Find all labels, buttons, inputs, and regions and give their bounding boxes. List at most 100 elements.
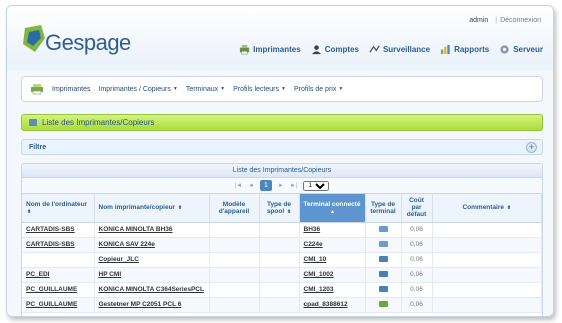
col-comment[interactable]: Commentaire ⬍: [432, 194, 542, 223]
current-page[interactable]: 1: [260, 180, 272, 191]
grid-caption: Liste des Imprimantes/Copieurs: [22, 164, 542, 178]
cell-computer[interactable]: PC_EDI: [22, 267, 95, 283]
cell-cost: 0,06: [401, 297, 433, 313]
submenu-reader-profiles[interactable]: Profils lecteurs ▼: [233, 86, 286, 93]
cell-cost: 0,06: [401, 282, 433, 298]
chevron-down-icon: ▼: [338, 86, 344, 92]
cell-terminal[interactable]: CMI_10: [299, 252, 366, 268]
submenu-printers-copiers-label: Imprimantes / Copieurs: [98, 85, 171, 93]
cell-spool: [259, 267, 300, 283]
col-model[interactable]: Modèle d'appareil: [209, 194, 260, 223]
cell-computer[interactable]: CARTADIS-SBS: [22, 222, 95, 238]
cell-terminal[interactable]: CMI_1002: [299, 267, 366, 283]
table-row[interactable]: CARTADIS-SBS KONICA MINOLTA BH36 BH36 0,06: [22, 222, 542, 238]
printer-icon: [240, 44, 250, 55]
submenu-price-profiles[interactable]: Profils de prix ▼: [294, 86, 343, 93]
table-row[interactable]: CARTADIS-SBS KONICA SAV 224e C224e 0,06: [22, 237, 542, 253]
cell-printer[interactable]: HP CMI: [94, 267, 210, 283]
page-title-bar: Liste des Imprimantes/Copieurs: [21, 114, 543, 131]
cell-terminal[interactable]: BH36: [299, 222, 366, 238]
table-row[interactable]: PC_EDI HP CMI CMI_1002 0,06: [22, 267, 542, 283]
table-row[interactable]: Copieur_JLC CMI_10 0,06: [22, 252, 542, 268]
gespage-logo[interactable]: Gespage: [21, 24, 131, 58]
chevron-down-icon: ▼: [220, 86, 226, 92]
cell-terminal[interactable]: C224e: [299, 237, 366, 253]
user-bar: admin | Déconnexion: [469, 17, 541, 24]
nav-printers[interactable]: Imprimantes: [239, 44, 301, 55]
cell-printer[interactable]: Gestetner MP C2051 PCL 6: [94, 297, 210, 313]
col-terminal-type[interactable]: Type de terminal: [365, 194, 402, 223]
cell-comment: [432, 267, 542, 283]
sort-icon: ⬍: [506, 205, 512, 212]
cell-spool: [259, 222, 300, 238]
chevron-down-icon: ▼: [172, 86, 178, 92]
nav-server[interactable]: Serveur: [499, 44, 543, 55]
cell-printer[interactable]: KONICA SAV 224e: [94, 237, 210, 253]
cell-terminal[interactable]: cpad_8388612: [299, 297, 366, 313]
cell-terminal-type: [365, 252, 402, 268]
col-terminal[interactable]: Terminal connecté ▲: [299, 194, 366, 223]
submenu-printers-copiers[interactable]: Imprimantes / Copieurs ▼: [99, 86, 178, 93]
cell-model: [209, 252, 260, 268]
nav-accounts-label: Comptes: [324, 45, 359, 54]
page-title: Liste des Imprimantes/Copieurs: [42, 118, 155, 127]
col-terminal-type-label: Type de terminal: [370, 200, 396, 215]
cell-spool: [259, 252, 300, 268]
printer-icon: [31, 84, 43, 95]
page-size-select[interactable]: 100: [303, 180, 330, 191]
cell-terminal-type: [365, 297, 402, 313]
cell-terminal[interactable]: CMI_1203: [299, 282, 366, 298]
terminal-icon: [378, 226, 388, 233]
cell-computer[interactable]: PC_GUILLAUME: [22, 297, 95, 313]
sort-icon: ⬍: [286, 208, 292, 215]
next-page-button[interactable]: ►: [278, 183, 284, 189]
submenu-printers-label: Imprimantes: [52, 85, 91, 93]
cell-computer[interactable]: CARTADIS-SBS: [22, 237, 95, 253]
cell-comment: [432, 252, 542, 268]
printers-table: Nom de l'ordinateur ⬍ Nom imprimante/cop…: [22, 194, 542, 313]
header: Gespage admin | Déconnexion Imprimantes Co…: [7, 6, 553, 70]
last-page-button[interactable]: ►|: [290, 183, 298, 189]
cell-comment: [432, 282, 542, 298]
table-row[interactable]: PC_GUILLAUME KONICA MINOLTA C364SeriesPCL…: [22, 282, 542, 298]
submenu-terminals[interactable]: Terminaux ▼: [186, 86, 225, 93]
logout-link[interactable]: Déconnexion: [500, 17, 541, 24]
list-icon: [29, 119, 37, 126]
cell-cost: 0,06: [401, 267, 433, 283]
cell-spool: [259, 297, 300, 313]
nav-monitoring-label: Surveillance: [382, 45, 431, 54]
first-page-button[interactable]: |◄: [235, 183, 243, 189]
expand-filter-icon[interactable]: +: [526, 142, 537, 153]
prev-page-button[interactable]: ◄: [248, 183, 254, 189]
col-computer[interactable]: Nom de l'ordinateur ⬍: [22, 194, 95, 223]
cell-computer[interactable]: [22, 252, 95, 268]
cell-terminal-type: [365, 237, 402, 253]
cell-spool: [259, 282, 300, 298]
card-reader-icon: [378, 286, 388, 293]
sort-icon: ⬍: [27, 208, 32, 215]
cell-model: [209, 297, 260, 313]
nav-printers-label: Imprimantes: [253, 45, 301, 54]
sub-menu: Imprimantes Imprimantes / Copieurs ▼ Term…: [21, 76, 543, 102]
nav-monitoring[interactable]: Surveillance: [369, 44, 430, 55]
cell-printer[interactable]: Copieur_JLC: [94, 252, 210, 268]
cell-printer[interactable]: KONICA MINOLTA C364SeriesPCL: [94, 282, 210, 298]
cell-printer[interactable]: KONICA MINOLTA BH36: [94, 222, 210, 238]
col-model-label: Modèle d'appareil: [218, 200, 250, 215]
chevron-down-icon: ▼: [280, 86, 286, 92]
col-spool[interactable]: Type de spool ⬍: [259, 194, 300, 223]
submenu-printers[interactable]: Imprimantes: [52, 86, 91, 93]
filter-panel[interactable]: Filtre +: [21, 139, 543, 155]
cell-cost: 0,06: [401, 222, 433, 238]
card-reader-icon: [378, 256, 388, 263]
nav-reports[interactable]: Rapports: [440, 44, 489, 55]
table-row[interactable]: PC_GUILLAUME Gestetner MP C2051 PCL 6 cpad…: [22, 297, 542, 313]
nav-accounts[interactable]: Comptes: [311, 44, 359, 55]
cell-spool: [259, 237, 300, 253]
cell-cost: 0,06: [401, 252, 433, 268]
username: admin: [469, 17, 489, 24]
col-printer[interactable]: Nom imprimante/copieur ⬍: [94, 194, 210, 223]
cell-computer[interactable]: PC_GUILLAUME: [22, 282, 95, 298]
chart-icon: [440, 44, 450, 55]
col-cost[interactable]: Coût par défaut: [401, 194, 433, 223]
